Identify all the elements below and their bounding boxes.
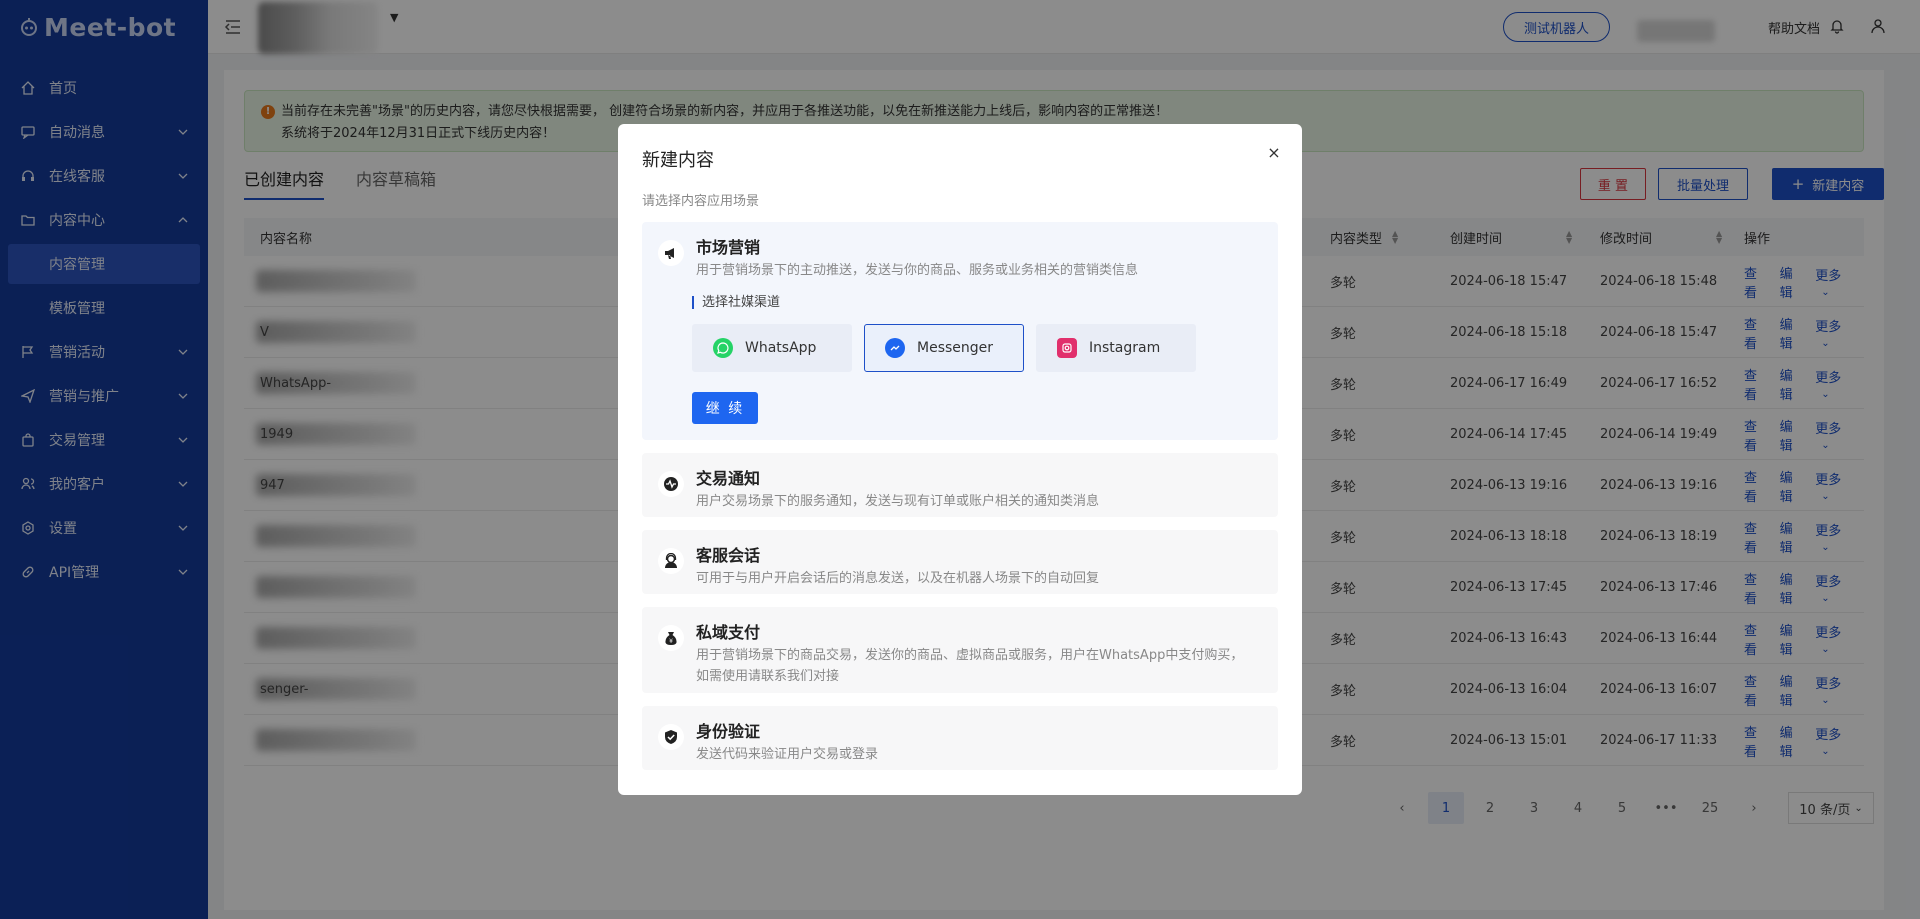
pulse-icon [658,471,684,497]
scene-title: 客服会话 [696,546,761,565]
channel-instagram[interactable]: Instagram [1036,324,1196,372]
agent-icon [658,548,684,574]
megaphone-icon [658,240,684,266]
new-content-modal: 新建内容 × 请选择内容应用场景 市场营销 用于营销场景下的主动推送，发送与你的… [618,124,1302,795]
modal-subtitle: 请选择内容应用场景 [642,194,760,209]
scene-card-marketing[interactable]: 市场营销 用于营销场景下的主动推送，发送与你的商品、服务或业务相关的营销类信息 … [642,222,1278,440]
close-icon[interactable]: × [1266,143,1282,162]
scene-desc: 用于营销场景下的商品交易，发送你的商品、虚拟商品或服务，用户在WhatsApp中… [696,648,1244,684]
shield-check-icon [658,724,684,750]
scene-desc: 用于营销场景下的主动推送，发送与你的商品、服务或业务相关的营销类信息 [696,263,1139,278]
moneybag-icon: ¥ [658,625,684,651]
svg-text:¥: ¥ [669,638,673,645]
channels-label: 选择社媒渠道 [692,296,780,309]
whatsapp-icon [713,338,733,358]
channel-label: Instagram [1089,340,1161,356]
scene-title: 交易通知 [696,469,761,488]
scene-card-customer-service[interactable]: 客服会话 可用于与用户开启会话后的消息发送，以及在机器人场景下的自动回复 [642,530,1278,594]
scene-card-identity-verification[interactable]: 身份验证 发送代码来验证用户交易或登录 [642,706,1278,770]
scene-card-private-payment[interactable]: ¥ 私域支付 用于营销场景下的商品交易，发送你的商品、虚拟商品或服务，用户在Wh… [642,607,1278,693]
modal-title: 新建内容 [642,150,714,171]
channel-label: Messenger [917,340,994,356]
messenger-icon [885,338,905,358]
instagram-icon [1057,338,1077,358]
scene-card-transaction-notice[interactable]: 交易通知 用户交易场景下的服务通知，发送与现有订单或账户相关的通知类消息 [642,453,1278,517]
scene-desc: 可用于与用户开启会话后的消息发送，以及在机器人场景下的自动回复 [696,571,1100,586]
scene-title: 身份验证 [696,722,761,741]
channel-messenger[interactable]: Messenger [864,324,1024,372]
scene-title: 私域支付 [696,623,761,642]
channel-whatsapp[interactable]: WhatsApp [692,324,852,372]
continue-button[interactable]: 继 续 [692,392,758,424]
scene-desc: 用户交易场景下的服务通知，发送与现有订单或账户相关的通知类消息 [696,494,1100,509]
channel-label: WhatsApp [745,340,817,356]
scene-title: 市场营销 [696,238,761,257]
scene-desc: 发送代码来验证用户交易或登录 [696,747,879,762]
